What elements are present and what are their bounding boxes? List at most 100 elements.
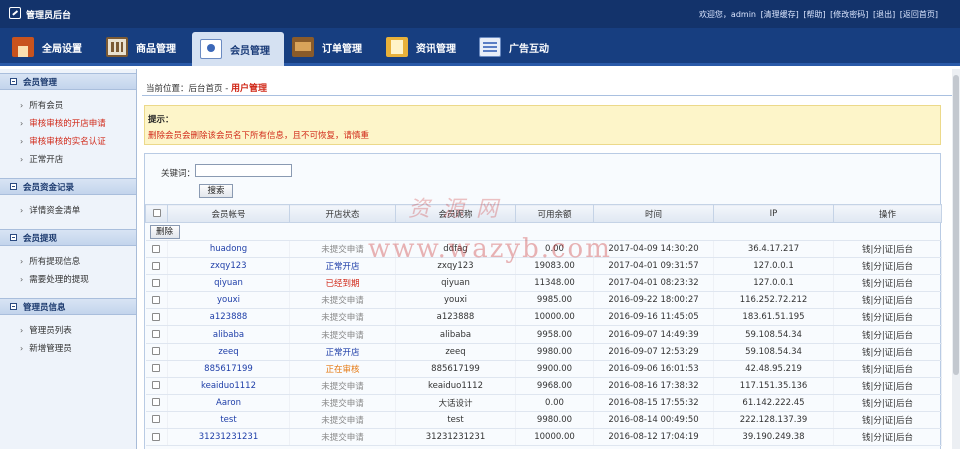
cell-account[interactable]: zeeq	[167, 343, 290, 361]
breadcrumb-prefix: 当前位置：	[146, 84, 189, 94]
row-checkbox[interactable]	[152, 347, 161, 356]
row-checkbox[interactable]	[152, 278, 161, 287]
cell-account[interactable]: keaiduo1112	[167, 377, 290, 395]
row-checkbox-cell[interactable]	[145, 394, 168, 412]
row-checkbox-cell[interactable]	[145, 428, 168, 447]
select-all-header[interactable]	[145, 204, 168, 223]
row-checkbox[interactable]	[152, 244, 161, 253]
row-checkbox[interactable]	[152, 330, 161, 339]
cell-account[interactable]: 885617199	[167, 360, 290, 378]
sidebar-group-funds[interactable]: 会员资金记录	[0, 178, 136, 195]
cell-operations[interactable]: 钱|分|证|后台	[833, 377, 942, 395]
select-all-checkbox[interactable]	[152, 209, 161, 217]
delete-button[interactable]: 删除	[149, 224, 180, 239]
change-password-link[interactable]: [修改密码]	[830, 10, 868, 19]
vertical-scrollbar[interactable]	[952, 69, 960, 449]
logout-link[interactable]: [退出]	[873, 10, 895, 19]
cell-ip: 127.0.0.1	[713, 274, 834, 293]
row-checkbox[interactable]	[152, 295, 161, 304]
cell-account[interactable]: a123888	[167, 308, 290, 327]
top-links: 欢迎您，admin [清理缓存] [帮助] [修改密码] [退出] [返回首页]	[697, 9, 938, 20]
cell-balance: 10000.00	[515, 428, 594, 447]
cell-operations[interactable]: 钱|分|证|后台	[833, 360, 942, 378]
nav-member[interactable]: 会员管理	[192, 32, 284, 66]
cell-account[interactable]: alibaba	[167, 325, 290, 344]
row-checkbox[interactable]	[152, 432, 161, 441]
back-home-link[interactable]: [返回首页]	[900, 10, 938, 19]
cell-account[interactable]: zxqy123	[167, 257, 290, 276]
help-link[interactable]: [帮助]	[803, 10, 825, 19]
home-icon	[12, 37, 34, 57]
sidebar-group-member[interactable]: 会员管理	[0, 73, 136, 90]
sidebar-item-add-admin[interactable]: › 新增管理员	[20, 340, 136, 358]
cell-operations[interactable]: 钱|分|证|后台	[833, 394, 942, 412]
row-checkbox-cell[interactable]	[145, 291, 168, 310]
cell-time: 2016-09-07 12:53:29	[593, 343, 714, 361]
cell-account[interactable]: youxi	[167, 291, 290, 310]
nav-goods[interactable]: 商品管理	[106, 28, 176, 66]
cell-ip: 39.190.249.38	[713, 428, 834, 447]
nav-ads[interactable]: 广告互动	[479, 28, 549, 66]
row-checkbox-cell[interactable]	[145, 343, 168, 361]
cell-account[interactable]: Aaron	[167, 394, 290, 412]
cell-operations[interactable]: 钱|分|证|后台	[833, 291, 942, 310]
cell-shop-status: 未提交申请	[289, 394, 396, 412]
nav-orders[interactable]: 订单管理	[292, 28, 362, 66]
cell-account[interactable]: 31231231231	[167, 428, 290, 447]
row-checkbox[interactable]	[152, 364, 161, 373]
sidebar-item-admin-list[interactable]: › 管理员列表	[20, 322, 136, 340]
row-checkbox-cell[interactable]	[145, 411, 168, 430]
cell-shop-status: 未提交申请	[289, 308, 396, 327]
row-checkbox-cell[interactable]	[145, 308, 168, 327]
row-checkbox[interactable]	[152, 261, 161, 270]
cell-shop-status: 未提交申请	[289, 377, 396, 395]
sidebar-group-withdraw[interactable]: 会员提现	[0, 229, 136, 246]
cell-account[interactable]: qiyuan	[167, 274, 290, 293]
cell-operations[interactable]: 钱|分|证|后台	[833, 257, 942, 276]
sidebar-item-all-withdrawals[interactable]: › 所有提现信息	[20, 253, 136, 271]
cell-account[interactable]: test	[167, 411, 290, 430]
sidebar-item-label: 所有提现信息	[29, 257, 81, 267]
row-checkbox[interactable]	[152, 312, 161, 321]
row-checkbox[interactable]	[152, 415, 161, 424]
search-button[interactable]: 搜索	[199, 184, 233, 198]
cell-time: 2017-04-09 14:30:20	[593, 240, 714, 259]
header-balance: 可用余额	[515, 204, 594, 223]
sidebar-item-pending-withdrawals[interactable]: › 需要处理的提现	[20, 271, 136, 289]
row-checkbox[interactable]	[152, 381, 161, 390]
cell-operations[interactable]: 钱|分|证|后台	[833, 325, 942, 344]
clear-cache-link[interactable]: [清理缓存]	[761, 10, 799, 19]
row-checkbox-cell[interactable]	[145, 377, 168, 395]
sidebar-item-shop-applications[interactable]: › 审核审核的开店申请	[20, 115, 136, 133]
sidebar-group-admin[interactable]: 管理员信息	[0, 298, 136, 315]
nav-news[interactable]: 资讯管理	[386, 28, 456, 66]
row-checkbox-cell[interactable]	[145, 240, 168, 259]
row-checkbox-cell[interactable]	[145, 257, 168, 276]
cell-operations[interactable]: 钱|分|证|后台	[833, 240, 942, 259]
member-list-panel: 关键词： 搜索 会员帐号 开店状态 会员昵称 可用余额 时间 IP 操作 删除 …	[144, 153, 942, 449]
breadcrumb-home-link[interactable]: 后台首页	[189, 84, 223, 94]
collapse-icon	[10, 234, 17, 241]
row-checkbox[interactable]	[152, 398, 161, 407]
row-checkbox-cell[interactable]	[145, 274, 168, 293]
scrollbar-thumb[interactable]	[953, 75, 959, 375]
breadcrumb-current: 用户管理	[231, 84, 268, 94]
cell-operations[interactable]: 钱|分|证|后台	[833, 308, 942, 327]
cell-time: 2016-08-15 17:55:32	[593, 394, 714, 412]
cell-operations[interactable]: 钱|分|证|后台	[833, 428, 942, 447]
cell-operations[interactable]: 钱|分|证|后台	[833, 411, 942, 430]
cell-time: 2016-09-06 16:01:53	[593, 360, 714, 378]
sidebar-item-label: 管理员列表	[29, 326, 72, 336]
sidebar-item-open-shops[interactable]: › 正常开店	[20, 151, 136, 169]
sidebar-item-all-members[interactable]: › 所有会员	[20, 97, 136, 115]
row-checkbox-cell[interactable]	[145, 360, 168, 378]
sidebar-item-label: 正常开店	[29, 155, 64, 165]
cell-operations[interactable]: 钱|分|证|后台	[833, 274, 942, 293]
cell-operations[interactable]: 钱|分|证|后台	[833, 343, 942, 361]
sidebar-item-fund-details[interactable]: › 详情资金清单	[20, 202, 136, 220]
keyword-input[interactable]	[195, 164, 292, 177]
sidebar-item-realname-verify[interactable]: › 审核审核的实名认证	[20, 133, 136, 151]
cell-account[interactable]: huadong	[167, 240, 290, 259]
nav-global-settings[interactable]: 全局设置	[12, 28, 82, 66]
row-checkbox-cell[interactable]	[145, 325, 168, 344]
